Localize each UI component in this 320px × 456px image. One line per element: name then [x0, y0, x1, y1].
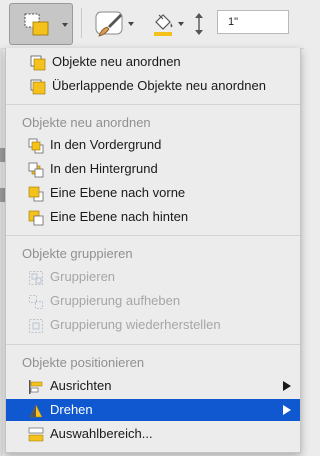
menu-item-label: Gruppierung aufheben: [50, 293, 181, 308]
menu-item-send-backward[interactable]: Eine Ebene nach hinten: [6, 206, 300, 228]
ribbon-toolbar: 1": [0, 0, 304, 49]
shape-height-input[interactable]: 1": [217, 10, 289, 34]
menu-item-label: Überlappende Objekte neu anordnen: [52, 78, 266, 93]
menu-item-group[interactable]: Gruppieren: [6, 266, 300, 288]
menu-item-align[interactable]: Ausrichten: [6, 375, 300, 397]
menu-divider: [6, 344, 300, 345]
send-to-back-icon: [28, 162, 44, 178]
toolbar-separator: [81, 8, 82, 38]
paintbrush-icon: [95, 11, 123, 37]
menu-item-selection-pane[interactable]: Auswahlbereich...: [6, 423, 300, 445]
group-icon: [29, 271, 43, 285]
submenu-arrow-icon: [283, 405, 291, 415]
shape-styles-button[interactable]: [88, 3, 134, 45]
menu-item-label: Drehen: [50, 402, 93, 417]
menu-item-label: Gruppieren: [50, 269, 116, 284]
bring-forward-icon: [28, 186, 44, 202]
menu-item-reorder-objects[interactable]: Objekte neu anordnen: [6, 51, 300, 73]
section-heading-position: Objekte positionieren: [22, 355, 145, 370]
menu-item-reorder-overlapping[interactable]: Überlappende Objekte neu anordnen: [6, 75, 300, 97]
menu-item-label: Eine Ebene nach vorne: [50, 185, 186, 200]
shape-fill-caret-icon: [178, 22, 184, 26]
selection-pane-icon: [28, 427, 44, 442]
arrange-dropdown-caret-icon: [62, 23, 68, 27]
menu-item-regroup[interactable]: Gruppierung wiederherstellen: [6, 314, 300, 336]
menu-item-label: Gruppierung wiederherstellen: [50, 317, 221, 332]
reorder-objects-icon: [30, 55, 46, 71]
menu-item-label: In den Vordergrund: [50, 137, 162, 152]
submenu-arrow-icon: [283, 381, 291, 391]
section-heading-arrange: Objekte neu anordnen: [22, 115, 151, 130]
section-heading-group: Objekte gruppieren: [22, 246, 133, 261]
height-spin-icon: [195, 13, 203, 35]
fill-bucket-icon: [154, 14, 173, 36]
shape-styles-caret-icon: [128, 22, 134, 26]
align-icon: [29, 380, 43, 394]
reorder-overlapping-icon: [30, 79, 46, 95]
rotate-icon: [29, 404, 43, 418]
menu-item-send-to-back[interactable]: In den Hintergrund: [6, 158, 300, 180]
document-edge: [0, 48, 5, 456]
menu-divider: [6, 104, 300, 105]
menu-item-label: Eine Ebene nach hinten: [50, 209, 189, 224]
menu-item-bring-forward[interactable]: Eine Ebene nach vorne: [6, 182, 300, 204]
menu-item-label: In den Hintergrund: [50, 161, 158, 176]
arrange-button[interactable]: [9, 3, 73, 45]
regroup-icon: [29, 319, 43, 333]
arrange-shapes-icon: [24, 13, 49, 36]
menu-item-label: Ausrichten: [50, 378, 112, 393]
menu-item-label: Auswahlbereich...: [50, 426, 153, 441]
menu-item-bring-to-front[interactable]: In den Vordergrund: [6, 134, 300, 156]
bring-to-front-icon: [28, 138, 44, 154]
menu-item-label: Objekte neu anordnen: [52, 54, 181, 69]
menu-divider: [6, 235, 300, 236]
shape-fill-button[interactable]: [146, 3, 186, 45]
menu-item-ungroup[interactable]: Gruppierung aufheben: [6, 290, 300, 312]
arrange-dropdown-menu: Objekte neu anordnen Überlappende Objekt…: [5, 48, 301, 453]
ungroup-icon: [29, 295, 43, 309]
send-backward-icon: [28, 210, 44, 226]
menu-item-rotate[interactable]: Drehen: [6, 399, 300, 421]
